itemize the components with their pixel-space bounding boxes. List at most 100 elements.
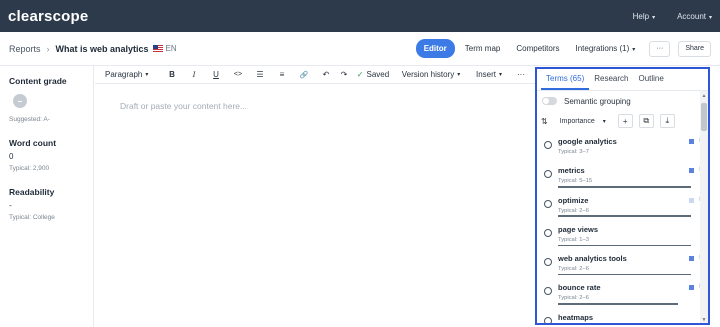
readability-section: Readability - Typical: College bbox=[9, 187, 84, 221]
breadcrumb-separator: › bbox=[46, 43, 50, 54]
insert-menu[interactable]: Insert ▾ bbox=[467, 66, 511, 84]
chevron-down-icon: ▾ bbox=[602, 118, 606, 125]
clearscope-logo[interactable]: clearscope bbox=[8, 8, 88, 25]
help-menu[interactable]: Help ▾ bbox=[633, 12, 655, 21]
term-row[interactable]: web analytics toolsTypical: 2–6H bbox=[537, 248, 708, 277]
term-row[interactable]: heatmaps bbox=[537, 307, 708, 323]
term-name: metrics bbox=[558, 166, 585, 176]
term-name: heatmaps bbox=[558, 312, 594, 322]
sort-icon[interactable]: ⇅ bbox=[541, 117, 548, 126]
report-header: Reports › What is web analytics EN Edito… bbox=[0, 32, 720, 66]
tab-integrations[interactable]: Integrations (1) ▾ bbox=[569, 39, 641, 58]
term-radio[interactable] bbox=[544, 287, 552, 296]
term-typical: Typical: 2–6 bbox=[558, 266, 589, 273]
terms-scrollbar[interactable]: ▲ ▼ bbox=[700, 91, 708, 323]
terms-panel: Terms (65) Research Outline Semantic gro… bbox=[535, 67, 710, 325]
code-icon[interactable]: <> bbox=[227, 66, 249, 84]
tab-term-map[interactable]: Term map bbox=[459, 39, 507, 58]
term-name: bounce rate bbox=[558, 283, 601, 293]
more-button[interactable]: ··· bbox=[649, 40, 671, 57]
add-icon[interactable]: + bbox=[617, 114, 633, 128]
numbered-list-icon[interactable]: ≡ bbox=[271, 66, 293, 84]
us-flag-icon bbox=[152, 45, 163, 52]
editor-placeholder: Draft or paste your content here... bbox=[120, 101, 248, 111]
bold-icon[interactable]: B bbox=[161, 66, 183, 84]
word-count-value: 0 bbox=[9, 152, 14, 161]
export-icon[interactable]: ⤓ bbox=[659, 114, 675, 128]
term-radio[interactable] bbox=[544, 316, 552, 323]
sort-select[interactable]: Importance ▾ bbox=[554, 114, 612, 128]
account-label: Account bbox=[677, 11, 706, 21]
content-grade-section: Content grade Suggested: A- bbox=[9, 76, 84, 123]
word-count-label: Word count bbox=[9, 138, 57, 148]
term-row[interactable]: bounce rateTypical: 2–6H bbox=[537, 277, 708, 306]
word-count-section: Word count 0 Typical: 2,900 bbox=[9, 138, 84, 172]
semantic-grouping-label: Semantic grouping bbox=[564, 96, 631, 106]
editor-canvas[interactable]: Draft or paste your content here... bbox=[95, 84, 535, 327]
chevron-down-icon: ▾ bbox=[652, 14, 656, 21]
term-radio[interactable] bbox=[544, 141, 552, 149]
term-usage-marker bbox=[689, 168, 694, 174]
page-title: What is web analytics bbox=[55, 43, 149, 54]
term-row[interactable]: page views Typical: 1–3 bbox=[537, 219, 708, 248]
word-count-typical: Typical: 2,900 bbox=[9, 165, 50, 172]
term-radio[interactable] bbox=[544, 258, 552, 267]
term-usage-marker bbox=[689, 139, 694, 144]
metrics-panel: Content grade Suggested: A- Word count 0… bbox=[0, 66, 94, 327]
semantic-grouping-toggle[interactable] bbox=[542, 97, 557, 105]
chevron-down-icon: ▾ bbox=[457, 72, 461, 78]
italic-icon[interactable]: I bbox=[183, 66, 205, 84]
readability-value: - bbox=[9, 201, 12, 210]
redo-icon[interactable]: ↷ bbox=[337, 66, 351, 84]
link-icon[interactable]: 🔗 bbox=[293, 66, 315, 84]
terms-list: google analyticsTypical: 3–7HmetricsTypi… bbox=[537, 131, 708, 323]
semantic-grouping-row: Semantic grouping bbox=[537, 91, 708, 111]
bullet-list-icon[interactable]: ☰ bbox=[249, 66, 271, 84]
breadcrumb-reports[interactable]: Reports bbox=[9, 44, 41, 54]
term-usage-marker bbox=[689, 256, 694, 262]
term-name: google analytics bbox=[558, 137, 617, 146]
readability-label: Readability bbox=[9, 187, 55, 197]
tab-outline[interactable]: Outline bbox=[633, 74, 668, 90]
share-button[interactable]: Share bbox=[678, 40, 711, 57]
grade-badge bbox=[13, 94, 27, 108]
scrollbar-thumb[interactable] bbox=[701, 103, 707, 131]
suggested-grade: Suggested: A- bbox=[9, 116, 50, 123]
more-icon[interactable]: ··· bbox=[511, 66, 531, 84]
tab-terms[interactable]: Terms (65) bbox=[541, 74, 590, 90]
language-label: EN bbox=[165, 44, 177, 53]
term-usage-marker bbox=[689, 285, 694, 291]
term-usage-marker bbox=[689, 197, 694, 203]
sort-label: Importance bbox=[559, 117, 595, 125]
integrations-label: Integrations (1) bbox=[575, 44, 630, 53]
chevron-down-icon: ▾ bbox=[708, 14, 712, 21]
chevron-down-icon: ▾ bbox=[145, 72, 149, 78]
term-radio[interactable] bbox=[544, 170, 552, 179]
readability-typical: Typical: College bbox=[9, 214, 55, 221]
term-row[interactable]: optimizeTypical: 2–6H bbox=[537, 190, 708, 219]
insert-label: Insert bbox=[475, 70, 496, 79]
saved-status: ✓ Saved bbox=[351, 66, 395, 84]
scroll-down-icon[interactable]: ▼ bbox=[700, 317, 708, 323]
term-radio[interactable] bbox=[544, 228, 552, 237]
version-history-menu[interactable]: Version history ▾ bbox=[395, 66, 467, 84]
underline-icon[interactable]: U bbox=[205, 66, 227, 84]
term-progress-bar bbox=[558, 215, 691, 217]
top-nav: Help ▾ Account ▾ bbox=[633, 12, 712, 21]
editor-toolbar: Paragraph ▾ B I U <> ☰ ≡ 🔗 ↶ ↷ ✓ Saved Ver… bbox=[95, 66, 535, 84]
scroll-up-icon[interactable]: ▲ bbox=[700, 93, 708, 99]
tab-editor[interactable]: Editor bbox=[415, 39, 455, 58]
tab-competitors[interactable]: Competitors bbox=[510, 39, 565, 58]
term-progress-bar bbox=[558, 273, 691, 276]
term-row[interactable]: google analyticsTypical: 3–7H bbox=[537, 131, 708, 160]
term-typical: Typical: 2–6 bbox=[558, 207, 589, 214]
term-name: optimize bbox=[558, 195, 589, 205]
tab-research[interactable]: Research bbox=[589, 74, 633, 90]
term-row[interactable]: metricsTypical: 5–15H bbox=[537, 160, 708, 189]
undo-icon[interactable]: ↶ bbox=[315, 66, 337, 84]
account-menu[interactable]: Account ▾ bbox=[677, 12, 712, 21]
term-radio[interactable] bbox=[544, 199, 552, 208]
copy-icon[interactable]: ⧉ bbox=[638, 114, 654, 128]
paragraph-select[interactable]: Paragraph ▾ bbox=[105, 66, 161, 84]
term-typical: Typical: 3–7 bbox=[558, 149, 589, 155]
